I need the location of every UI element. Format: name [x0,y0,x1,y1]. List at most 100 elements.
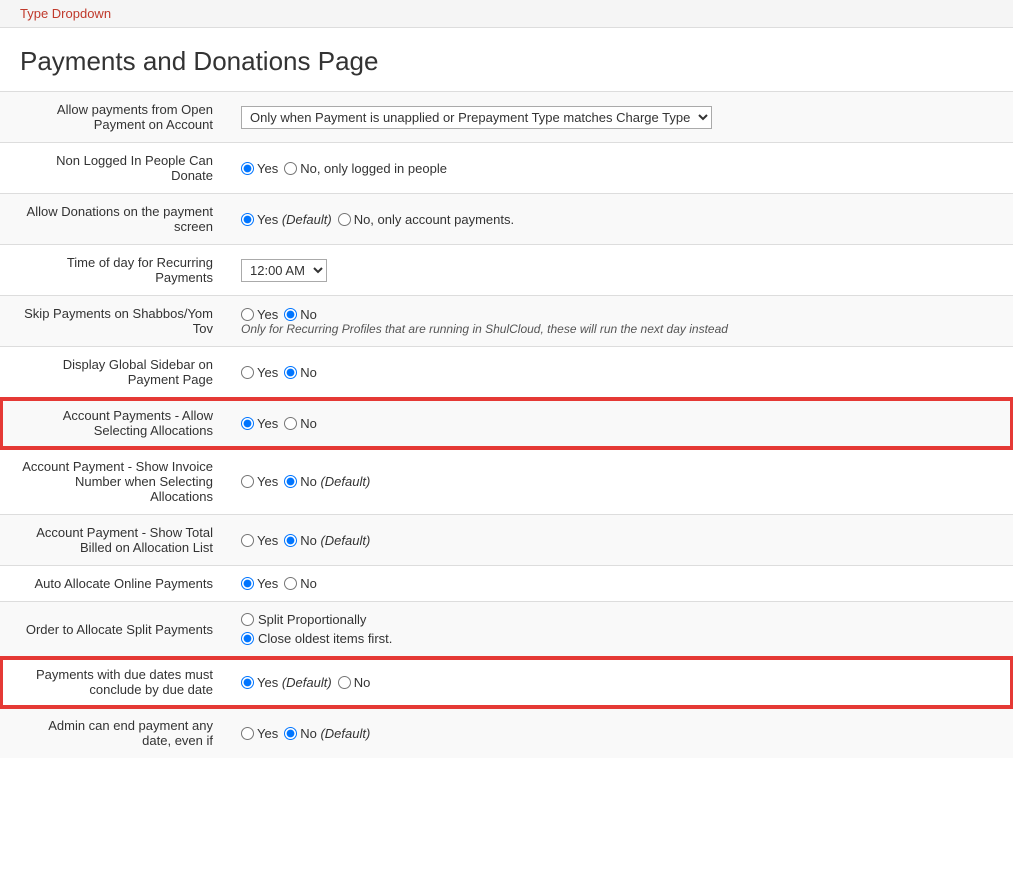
radio-input-order-allocate-split-0[interactable] [241,613,254,626]
value-auto-allocate-online: Yes No [225,566,1013,602]
settings-container: Allow payments from Open Payment on Acco… [0,91,1013,758]
radio-label-account-payment-show-total-1[interactable]: No (Default) [284,533,370,548]
radio-input-admin-end-payment-0[interactable] [241,727,254,740]
radio-input-account-payment-show-total-1[interactable] [284,534,297,547]
label-admin-end-payment: Admin can end payment any date, even if [0,708,225,759]
radio-label-skip-payments-shabbos-0[interactable]: Yes [241,307,278,322]
value-allow-open-payment: Only when Payment is unapplied or Prepay… [225,92,1013,143]
radio-input-non-logged-in-donate-0[interactable] [241,162,254,175]
radio-input-payments-due-dates-0[interactable] [241,676,254,689]
radio-input-payments-due-dates-1[interactable] [338,676,351,689]
radio-text-display-global-sidebar-0: Yes [257,365,278,380]
select-allow-open-payment[interactable]: Only when Payment is unapplied or Prepay… [241,106,712,129]
radio-label-admin-end-payment-1[interactable]: No (Default) [284,726,370,741]
label-account-payment-show-total: Account Payment - Show Total Billed on A… [0,515,225,566]
radio-input-skip-payments-shabbos-1[interactable] [284,308,297,321]
radio-label-order-allocate-split-1[interactable]: Close oldest items first. [241,631,997,646]
radio-input-account-payments-allow-allocations-0[interactable] [241,417,254,430]
radio-text-account-payment-show-total-0: Yes [257,533,278,548]
radio-text-skip-payments-shabbos-1: No [300,307,317,322]
label-non-logged-in-donate: Non Logged In People Can Donate [0,143,225,194]
label-allow-donations-payment: Allow Donations on the payment screen [0,194,225,245]
radio-text-auto-allocate-online-0: Yes [257,576,278,591]
value-account-payment-show-invoice: Yes No (Default) [225,449,1013,515]
radio-label-account-payment-show-invoice-0[interactable]: Yes [241,474,278,489]
radio-input-account-payment-show-total-0[interactable] [241,534,254,547]
radio-label-account-payments-allow-allocations-0[interactable]: Yes [241,416,278,431]
value-account-payment-show-total: Yes No (Default) [225,515,1013,566]
radio-label-account-payment-show-total-0[interactable]: Yes [241,533,278,548]
radio-text-non-logged-in-donate-0: Yes [257,161,278,176]
select-time-of-day-recurring[interactable]: 12:00 AM1:00 AM2:00 AM3:00 AM [241,259,327,282]
radio-label-account-payment-show-invoice-1[interactable]: No (Default) [284,474,370,489]
top-bar-text: Type Dropdown [20,6,111,21]
settings-row-display-global-sidebar: Display Global Sidebar on Payment Page Ye… [0,347,1013,398]
label-payments-due-dates: Payments with due dates must conclude by… [0,657,225,708]
radio-text-account-payments-allow-allocations-1: No [300,416,317,431]
radio-input-auto-allocate-online-1[interactable] [284,577,297,590]
label-time-of-day-recurring: Time of day for Recurring Payments [0,245,225,296]
radio-group-account-payment-show-invoice: Yes No (Default) [241,474,997,489]
radio-input-account-payments-allow-allocations-1[interactable] [284,417,297,430]
radio-text-skip-payments-shabbos-0: Yes [257,307,278,322]
value-display-global-sidebar: Yes No [225,347,1013,398]
radio-text-allow-donations-payment-1: No, only account payments. [354,212,514,227]
radio-input-account-payment-show-invoice-0[interactable] [241,475,254,488]
top-bar: Type Dropdown [0,0,1013,28]
radio-label-auto-allocate-online-0[interactable]: Yes [241,576,278,591]
radio-label-display-global-sidebar-1[interactable]: No [284,365,317,380]
radio-label-admin-end-payment-0[interactable]: Yes [241,726,278,741]
radio-label-skip-payments-shabbos-1[interactable]: No [284,307,317,322]
radio-input-skip-payments-shabbos-0[interactable] [241,308,254,321]
label-order-allocate-split: Order to Allocate Split Payments [0,602,225,657]
radio-label-payments-due-dates-1[interactable]: No [338,675,371,690]
radio-input-non-logged-in-donate-1[interactable] [284,162,297,175]
radio-input-admin-end-payment-1[interactable] [284,727,297,740]
settings-row-non-logged-in-donate: Non Logged In People Can Donate Yes No, o… [0,143,1013,194]
value-skip-payments-shabbos: Yes NoOnly for Recurring Profiles that a… [225,296,1013,347]
radio-input-allow-donations-payment-1[interactable] [338,213,351,226]
radio-group-display-global-sidebar: Yes No [241,365,997,380]
radio-input-order-allocate-split-1[interactable] [241,632,254,645]
radio-text-payments-due-dates-1: No [354,675,371,690]
radio-label-allow-donations-payment-0[interactable]: Yes (Default) [241,212,332,227]
settings-row-skip-payments-shabbos: Skip Payments on Shabbos/Yom TovYes NoOn… [0,296,1013,347]
radio-text-admin-end-payment-0: Yes [257,726,278,741]
settings-row-admin-end-payment: Admin can end payment any date, even if Y… [0,708,1013,759]
radio-label-non-logged-in-donate-0[interactable]: Yes [241,161,278,176]
radio-text-allow-donations-payment-0: Yes (Default) [257,212,332,227]
radio-group-skip-payments-shabbos: Yes No [241,307,997,322]
radio-group-allow-donations-payment: Yes (Default) No, only account payments. [241,212,997,227]
radio-label-account-payments-allow-allocations-1[interactable]: No [284,416,317,431]
radio-group-payments-due-dates: Yes (Default) No [241,675,997,690]
settings-row-account-payments-allow-allocations: Account Payments - Allow Selecting Alloc… [0,398,1013,449]
radio-label-non-logged-in-donate-1[interactable]: No, only logged in people [284,161,447,176]
settings-row-auto-allocate-online: Auto Allocate Online PaymentsYes No [0,566,1013,602]
settings-row-payments-due-dates: Payments with due dates must conclude by… [0,657,1013,708]
settings-row-time-of-day-recurring: Time of day for Recurring Payments 12:00 … [0,245,1013,296]
radio-text-auto-allocate-online-1: No [300,576,317,591]
radio-group-auto-allocate-online: Yes No [241,576,997,591]
value-allow-donations-payment: Yes (Default) No, only account payments. [225,194,1013,245]
radio-text-account-payment-show-invoice-0: Yes [257,474,278,489]
radio-input-display-global-sidebar-0[interactable] [241,366,254,379]
settings-table: Allow payments from Open Payment on Acco… [0,91,1013,758]
radio-label-display-global-sidebar-0[interactable]: Yes [241,365,278,380]
settings-row-allow-open-payment: Allow payments from Open Payment on Acco… [0,92,1013,143]
label-display-global-sidebar: Display Global Sidebar on Payment Page [0,347,225,398]
radio-input-display-global-sidebar-1[interactable] [284,366,297,379]
radio-input-allow-donations-payment-0[interactable] [241,213,254,226]
radio-label-order-allocate-split-0[interactable]: Split Proportionally [241,612,997,627]
radio-input-auto-allocate-online-0[interactable] [241,577,254,590]
radio-stacked-order-allocate-split: Split Proportionally Close oldest items f… [241,612,997,646]
radio-label-auto-allocate-online-1[interactable]: No [284,576,317,591]
radio-label-allow-donations-payment-1[interactable]: No, only account payments. [338,212,514,227]
settings-row-account-payment-show-total: Account Payment - Show Total Billed on A… [0,515,1013,566]
value-order-allocate-split: Split Proportionally Close oldest items f… [225,602,1013,657]
settings-row-account-payment-show-invoice: Account Payment - Show Invoice Number wh… [0,449,1013,515]
value-account-payments-allow-allocations: Yes No [225,398,1013,449]
radio-group-account-payment-show-total: Yes No (Default) [241,533,997,548]
radio-label-payments-due-dates-0[interactable]: Yes (Default) [241,675,332,690]
radio-input-account-payment-show-invoice-1[interactable] [284,475,297,488]
radio-text-admin-end-payment-1: No (Default) [300,726,370,741]
